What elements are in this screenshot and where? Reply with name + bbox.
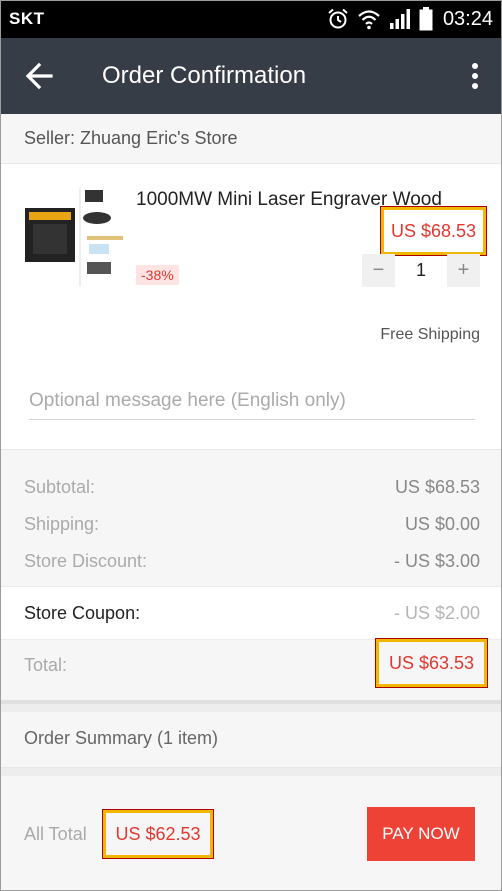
quantity-value[interactable]: 1	[395, 254, 447, 287]
alarm-icon	[328, 8, 348, 29]
discount-badge: -38%	[136, 265, 179, 285]
arrow-left-icon[interactable]	[23, 60, 57, 92]
status-bar: SKT 03:24	[1, 1, 501, 38]
signal-icon	[390, 9, 410, 29]
store-discount-label: Store Discount:	[24, 551, 148, 571]
store-discount-value: - US $3.00	[393, 551, 480, 571]
store-coupon-label: Store Coupon:	[24, 603, 141, 623]
subtotal-row: Subtotal: US $68.53	[24, 477, 480, 498]
store-coupon-row[interactable]: Store Coupon: - US $2.00	[1, 586, 501, 640]
total-value: US $63.53	[388, 652, 475, 673]
order-summary-row[interactable]: Order Summary (1 item)	[1, 712, 501, 768]
product-thumbnail[interactable]	[23, 186, 127, 288]
app-screen: SKT 03:24 Order Confirmation Seller: Zhu…	[0, 0, 502, 891]
total-value-highlight: US $63.53	[375, 638, 488, 688]
wifi-icon	[358, 10, 380, 30]
shipping-label: Shipping:	[24, 514, 100, 534]
seller-label: Seller: Zhuang Eric's Store	[24, 128, 238, 148]
all-total-highlight: US $62.53	[102, 809, 214, 859]
product-card: 1000MW Mini Laser Engraver Wood US $68.5…	[1, 164, 501, 449]
battery-icon	[419, 7, 433, 31]
store-coupon-value: - US $2.00	[393, 603, 480, 623]
decrease-quantity-button[interactable]: −	[362, 254, 395, 287]
quantity-stepper: − 1 +	[362, 254, 480, 287]
product-price: US $68.53	[390, 220, 477, 241]
seller-row[interactable]: Seller: Zhuang Eric's Store	[1, 114, 501, 164]
shipping-value: US $0.00	[404, 514, 480, 534]
pay-now-button[interactable]: PAY NOW	[367, 807, 475, 861]
carrier-label: SKT	[9, 9, 45, 28]
store-discount-row: Store Discount: - US $3.00	[24, 551, 480, 572]
subtotal-value: US $68.53	[394, 477, 480, 497]
shipping-method[interactable]: Free Shipping	[380, 326, 480, 344]
more-vertical-icon[interactable]	[471, 63, 479, 91]
section-divider	[1, 700, 501, 704]
seller-message-input[interactable]: Optional message here (English only)	[29, 390, 475, 420]
product-price-highlight: US $68.53	[380, 206, 487, 256]
shipping-row: Shipping: US $0.00	[24, 514, 480, 535]
checkout-bar: All Total US $62.53 PAY NOW	[1, 776, 501, 890]
app-bar: Order Confirmation	[1, 38, 501, 114]
status-icons	[327, 7, 433, 31]
page-title: Order Confirmation	[102, 62, 307, 89]
all-total-value: US $62.53	[115, 823, 201, 844]
total-label: Total:	[24, 655, 68, 675]
subtotal-label: Subtotal:	[24, 477, 96, 497]
all-total-label: All Total	[24, 824, 87, 844]
order-summary-label: Order Summary (1 item)	[24, 728, 219, 748]
clock-label: 03:24	[442, 8, 493, 30]
increase-quantity-button[interactable]: +	[447, 254, 480, 287]
